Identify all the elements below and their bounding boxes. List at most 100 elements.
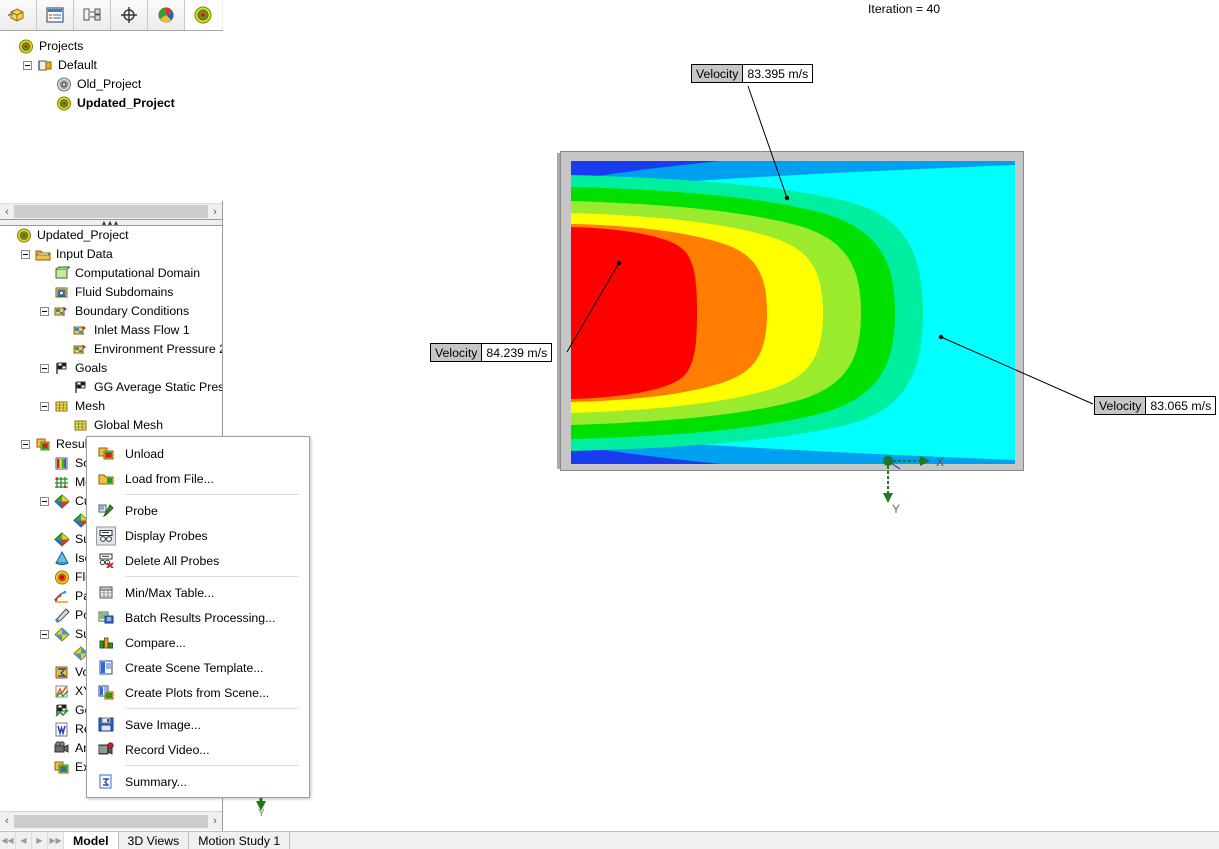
property-manager-button[interactable]	[37, 0, 74, 30]
tree-item-gg-average-static-pressure[interactable]: GG Average Static Pressure	[0, 378, 222, 397]
collapse-icon[interactable]	[21, 440, 30, 449]
menu-item-label: Create Plots from Scene...	[125, 686, 269, 700]
probe-right[interactable]: Velocity 83.065 m/s	[1094, 396, 1216, 415]
load-from-file-icon	[98, 471, 114, 486]
flow-simulation-analysis-tree-button[interactable]	[185, 0, 222, 30]
menu-item-load-from-file[interactable]: Load from File...	[87, 466, 309, 491]
tree-expander[interactable]	[21, 250, 34, 259]
menu-item-min-max-table[interactable]: Min/Max Table...	[87, 580, 309, 605]
tree-item-inlet-mass-flow-1[interactable]: Inlet Mass Flow 1	[0, 321, 222, 340]
fluid-subdomain-icon	[54, 285, 70, 300]
collapse-icon[interactable]	[40, 630, 49, 639]
collapse-icon[interactable]	[40, 307, 49, 316]
tree-scroll-thumb[interactable]	[14, 815, 208, 828]
tree-item-icon	[72, 323, 90, 338]
menu-item-label: Unload	[125, 447, 164, 461]
tree-expander[interactable]	[40, 497, 53, 506]
probe-top[interactable]: Velocity 83.395 m/s	[691, 64, 813, 83]
scenes-icon	[54, 456, 70, 471]
tree-item-goals[interactable]: Goals	[0, 359, 222, 378]
menu-item-unload[interactable]: Unload	[87, 441, 309, 466]
projects-tree[interactable]: ProjectsDefaultOld_ProjectUpdated_Projec…	[0, 31, 223, 201]
goal-flag-icon	[73, 380, 89, 395]
collapse-icon[interactable]	[21, 250, 30, 259]
tree-item-updated-project[interactable]: Updated_Project	[0, 94, 223, 113]
tree-item-label: Fluid Subdomains	[71, 283, 173, 302]
nav-next-button[interactable]: ▶	[32, 832, 48, 849]
tree-expander[interactable]	[40, 307, 53, 316]
dimxpert-manager-button[interactable]	[111, 0, 148, 30]
results-context-menu[interactable]: Unload Load from File... ProbeDisplay Prob…	[86, 436, 310, 798]
bottom-tab-bar: ◀◀ ◀ ▶ ▶▶ Model 3D Views Motion Study 1	[0, 831, 1219, 849]
point-parameters-icon	[54, 608, 70, 623]
tree-expander[interactable]	[40, 630, 53, 639]
display-manager-button[interactable]	[148, 0, 185, 30]
tree-expander[interactable]	[21, 440, 34, 449]
tree-expander[interactable]	[23, 61, 36, 70]
tree-scroll-track[interactable]	[14, 815, 208, 828]
tab-motion-study-1[interactable]: Motion Study 1	[189, 832, 290, 849]
menu-item-save-image[interactable]: Save Image...	[87, 712, 309, 737]
tree-expander[interactable]	[40, 402, 53, 411]
tree-item-icon	[15, 228, 33, 243]
tree-item-updated-project[interactable]: Updated_Project	[0, 226, 222, 245]
export-icon	[54, 760, 70, 775]
save-image-icon	[98, 717, 114, 732]
tree-expander[interactable]	[40, 364, 53, 373]
nav-first-button[interactable]: ◀◀	[0, 832, 16, 849]
computational-domain-icon	[54, 266, 70, 281]
tree-item-fluid-subdomains[interactable]: Fluid Subdomains	[0, 283, 222, 302]
tree-item-projects[interactable]: Projects	[0, 37, 223, 56]
scroll-thumb[interactable]	[14, 205, 208, 218]
menu-item-display-probes[interactable]: Display Probes	[87, 523, 309, 548]
surface-plots-icon	[54, 532, 70, 547]
svg-text:Y: Y	[258, 808, 265, 816]
display-probes-icon	[96, 526, 116, 545]
menu-item-record-video[interactable]: Record Video...	[87, 737, 309, 762]
tree-item-icon	[55, 77, 73, 92]
tab-model[interactable]: Model	[64, 832, 119, 849]
menu-item-summary[interactable]: Summary...	[87, 769, 309, 794]
collapse-icon[interactable]	[23, 61, 32, 70]
display-probes-icon	[98, 528, 114, 543]
tree-item-global-mesh[interactable]: Global Mesh	[0, 416, 222, 435]
collapse-icon[interactable]	[40, 497, 49, 506]
menu-item-compare[interactable]: Compare...	[87, 630, 309, 655]
tree-scroll-left-arrow[interactable]: ‹	[0, 815, 14, 827]
tree-horizontal-scrollbar[interactable]: ‹ ›	[0, 811, 222, 830]
tree-item-icon	[72, 418, 90, 433]
nav-last-button[interactable]: ▶▶	[48, 832, 64, 849]
tree-item-icon	[53, 627, 71, 642]
configuration-manager-button[interactable]	[74, 0, 111, 30]
tree-item-environment-pressure-2[interactable]: Environment Pressure 2	[0, 340, 222, 359]
feature-manager-design-tree-button[interactable]	[0, 0, 37, 30]
collapse-icon[interactable]	[40, 364, 49, 373]
tree-item-boundary-conditions[interactable]: Boundary Conditions	[0, 302, 222, 321]
menu-item-probe[interactable]: Probe	[87, 498, 309, 523]
graphics-viewport[interactable]: Iteration = 40	[223, 0, 1219, 831]
tree-item-icon	[53, 684, 71, 699]
scroll-track[interactable]	[14, 205, 208, 218]
menu-item-batch-results-processing[interactable]: Batch Results Processing...	[87, 605, 309, 630]
menu-item-create-plots-from-scene[interactable]: Create Plots from Scene...	[87, 680, 309, 705]
projects-horizontal-scrollbar[interactable]: ‹ ›	[0, 203, 222, 219]
menu-item-delete-all-probes[interactable]: Delete All Probes	[87, 548, 309, 573]
tree-item-old-project[interactable]: Old_Project	[0, 75, 223, 94]
tree-item-label: Old_Project	[73, 75, 141, 94]
collapse-icon[interactable]	[40, 402, 49, 411]
nav-prev-button[interactable]: ◀	[16, 832, 32, 849]
menu-item-label: Create Scene Template...	[125, 661, 264, 675]
tree-item-icon	[53, 722, 71, 737]
panel-splitter[interactable]: ▴▴▴	[0, 219, 222, 226]
tree-item-mesh[interactable]: Mesh	[0, 397, 222, 416]
tree-scroll-right-arrow[interactable]: ›	[208, 815, 222, 827]
tree-item-computational-domain[interactable]: Computational Domain	[0, 264, 222, 283]
tab-3d-views[interactable]: 3D Views	[119, 832, 190, 849]
scroll-left-arrow[interactable]: ‹	[0, 206, 14, 218]
tree-item-input-data[interactable]: Input Data	[0, 245, 222, 264]
tree-item-default[interactable]: Default	[0, 56, 223, 75]
probe-left[interactable]: Velocity 84.239 m/s	[430, 343, 552, 362]
scroll-right-arrow[interactable]: ›	[208, 206, 222, 218]
menu-item-create-scene-template[interactable]: Create Scene Template...	[87, 655, 309, 680]
tree-item-icon	[53, 361, 71, 376]
